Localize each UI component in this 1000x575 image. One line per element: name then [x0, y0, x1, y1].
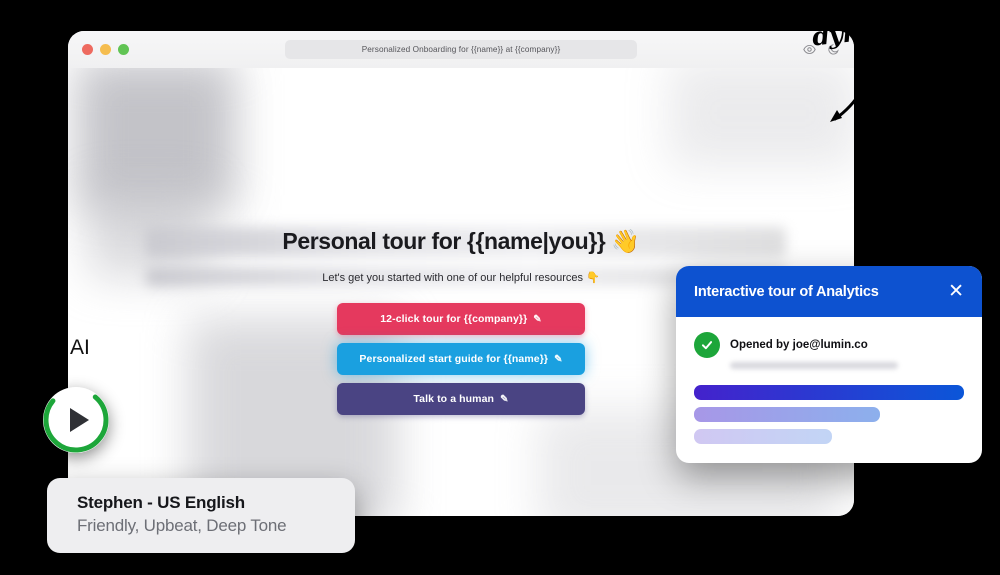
- voice-play-control[interactable]: [43, 387, 109, 453]
- cta-tour-label: 12-click tour for {{company}}: [380, 313, 528, 325]
- voice-description: Friendly, Upbeat, Deep Tone: [77, 516, 287, 535]
- cta-talk-to-human-label: Talk to a human: [413, 393, 495, 405]
- cta-start-guide-label: Personalized start guide for {{name}}: [359, 353, 549, 365]
- pencil-icon[interactable]: ✎: [554, 354, 562, 365]
- voice-info-card: Stephen - US English Friendly, Upbeat, D…: [47, 478, 355, 553]
- progress-ring: [43, 387, 109, 453]
- close-icon[interactable]: ✕: [948, 282, 964, 301]
- tour-bar: [694, 407, 881, 422]
- tour-card-header: Interactive tour of Analytics ✕: [676, 266, 982, 317]
- close-window-button[interactable]: [82, 44, 93, 55]
- maximize-window-button[interactable]: [118, 44, 129, 55]
- tour-status-row: Opened by joe@lumin.co: [694, 332, 964, 358]
- check-circle-icon: [694, 332, 720, 358]
- address-bar[interactable]: Personalized Onboarding for {{name}} at …: [285, 40, 637, 59]
- tour-status-text: Opened by joe@lumin.co: [730, 339, 868, 351]
- tour-card-body: Opened by joe@lumin.co: [676, 317, 982, 463]
- tour-progress-bars: [694, 385, 964, 444]
- tour-bar: [694, 385, 964, 400]
- minimize-window-button[interactable]: [100, 44, 111, 55]
- cta-button-stack: 12-click tour for {{company}} ✎ Personal…: [337, 303, 585, 415]
- tour-bar: [694, 429, 832, 444]
- voice-name: Stephen - US English: [77, 493, 245, 512]
- pencil-icon[interactable]: ✎: [533, 314, 541, 325]
- window-traffic-lights[interactable]: [82, 44, 129, 55]
- tour-card-title: Interactive tour of Analytics: [694, 283, 879, 300]
- placeholder-line: [730, 362, 898, 369]
- page-title: Personal tour for {{name|you}} 👋: [282, 228, 640, 254]
- pencil-icon[interactable]: ✎: [500, 394, 508, 405]
- ai-text-fragment: AI: [70, 336, 90, 359]
- handwritten-annotation: dynam: [810, 13, 902, 52]
- address-bar-text: Personalized Onboarding for {{name}} at …: [361, 45, 561, 54]
- interactive-tour-card: Interactive tour of Analytics ✕ Opened b…: [676, 266, 982, 463]
- cta-talk-to-human-button[interactable]: Talk to a human ✎: [337, 383, 585, 415]
- hand-drawn-arrow-icon: [830, 88, 864, 122]
- browser-titlebar: Personalized Onboarding for {{name}} at …: [68, 31, 854, 68]
- cta-tour-button[interactable]: 12-click tour for {{company}} ✎: [337, 303, 585, 335]
- screenshot-stage: dynam AI Personalized Onboarding for {{n…: [0, 0, 1000, 575]
- cta-start-guide-button[interactable]: Personalized start guide for {{name}} ✎: [337, 343, 585, 375]
